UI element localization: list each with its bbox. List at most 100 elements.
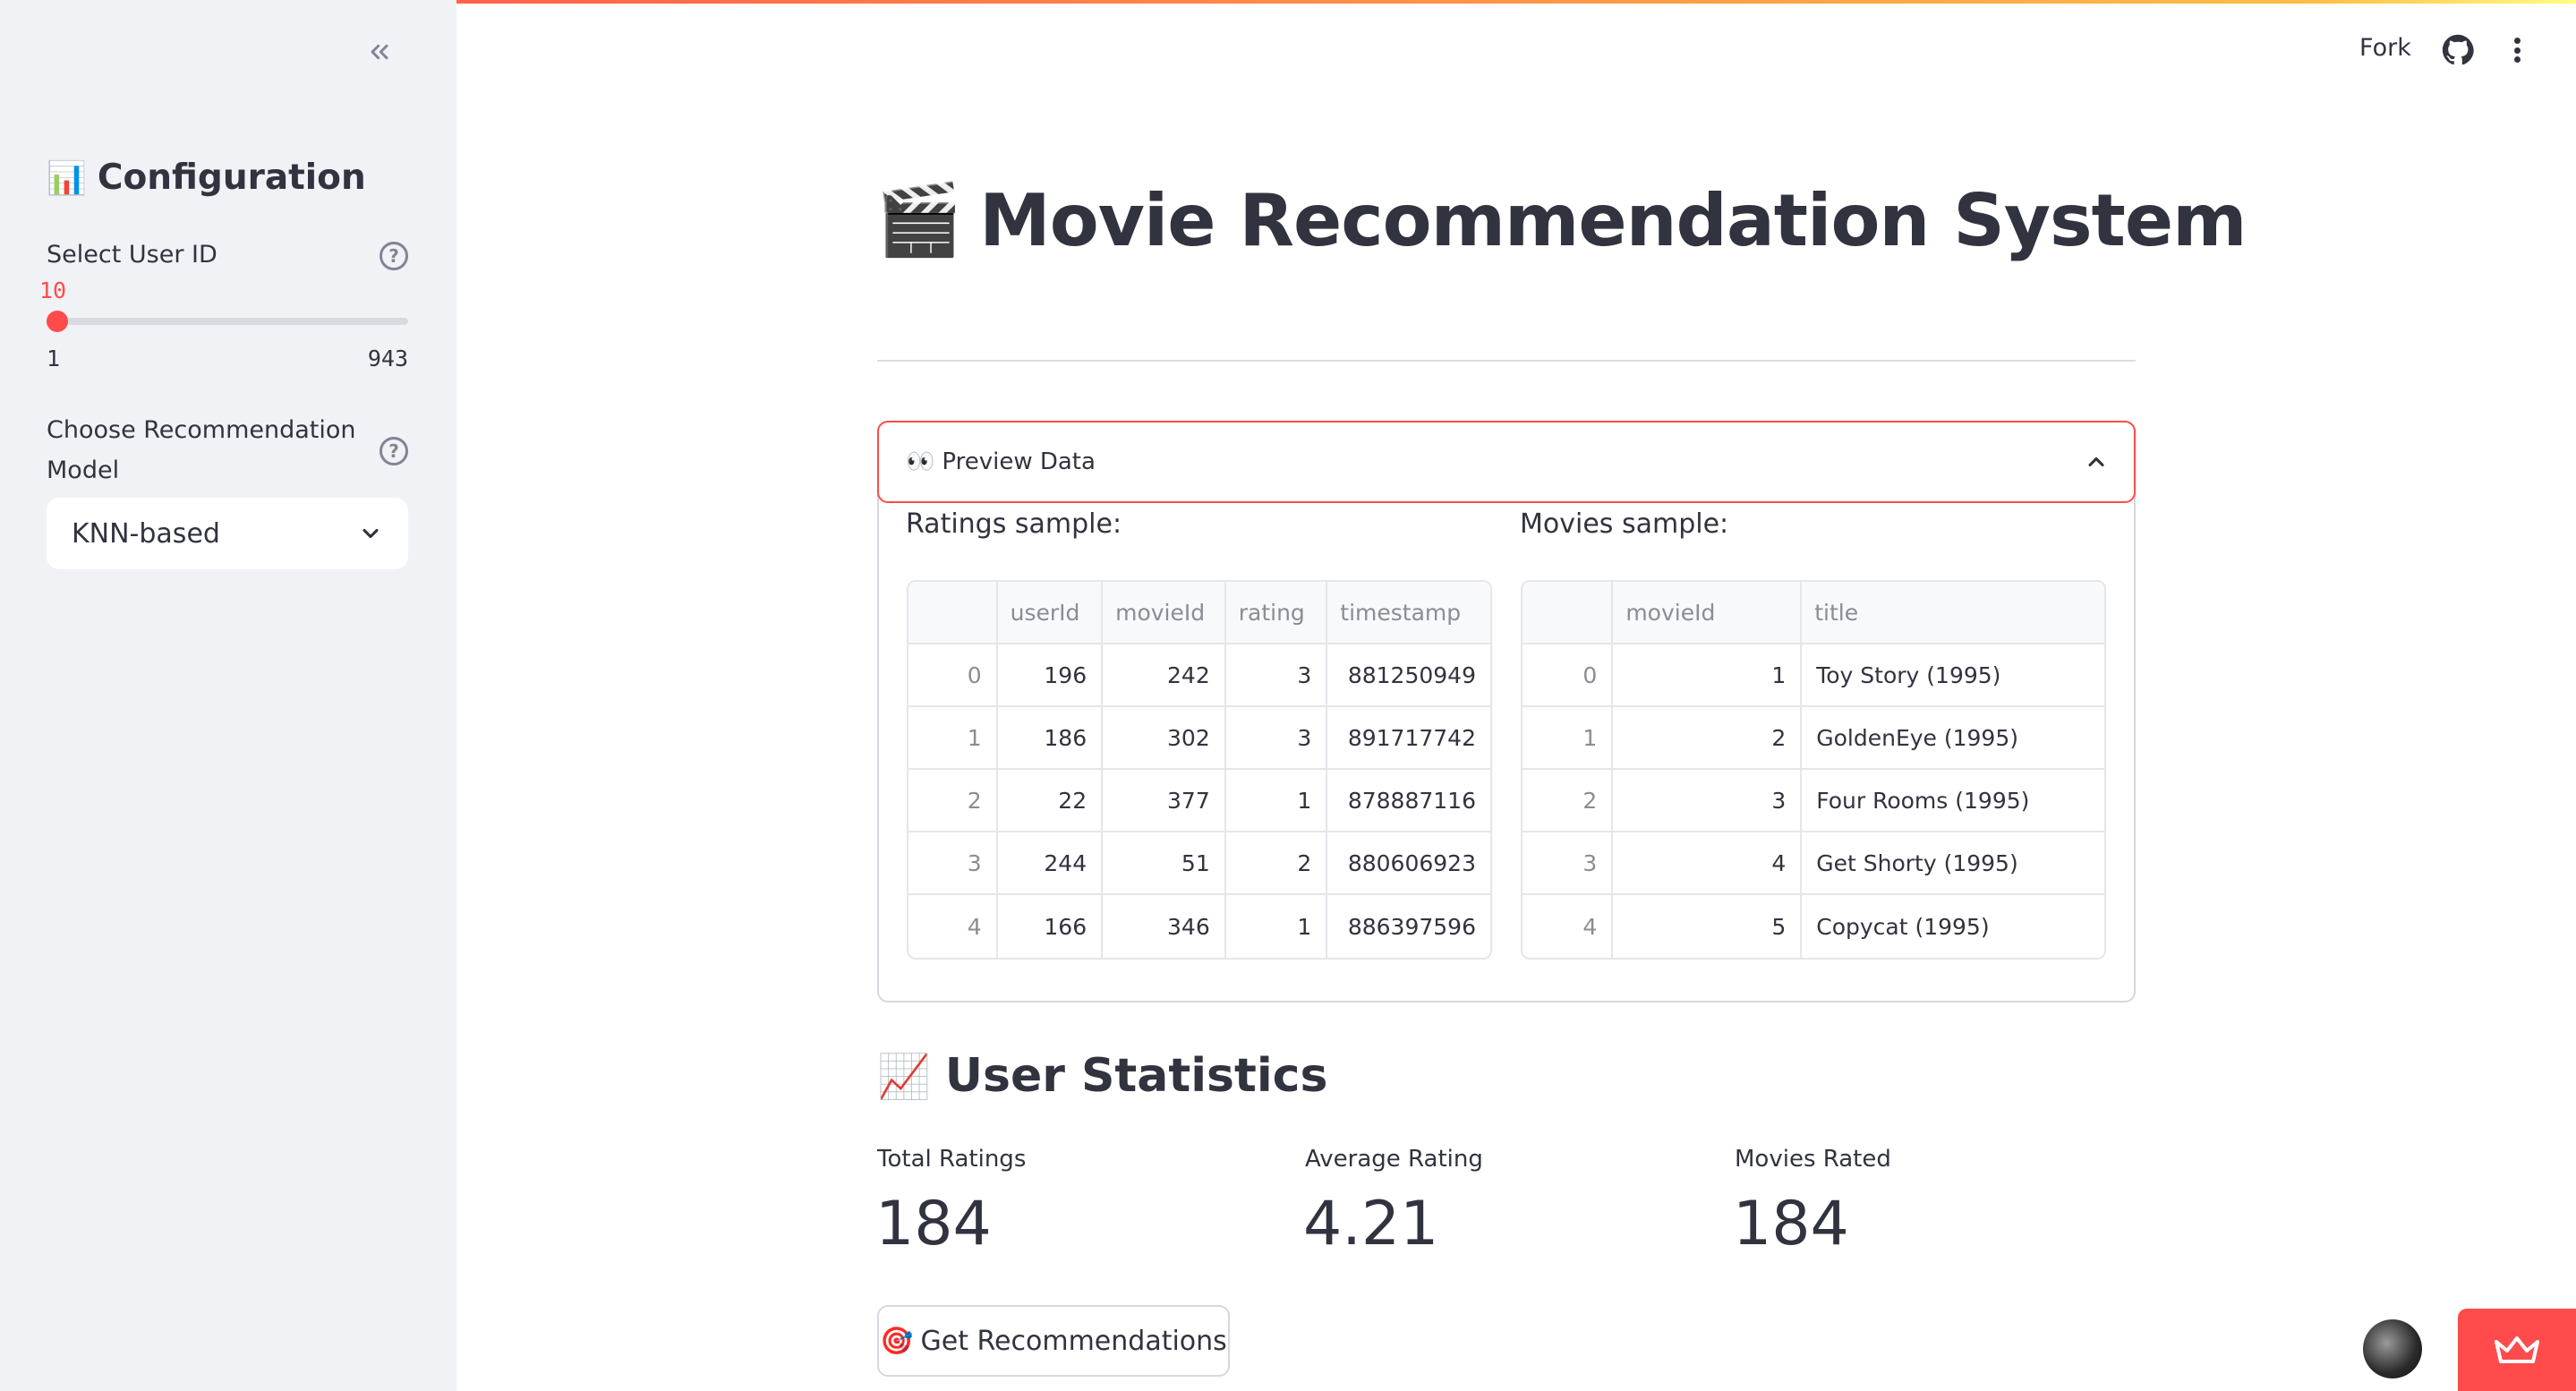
table-cell[interactable]: 1 — [1613, 644, 1803, 707]
chevron-down-icon — [363, 528, 379, 539]
table-cell[interactable]: 4 — [1613, 832, 1803, 895]
page-title-text: Movie Recommendation System — [979, 179, 2247, 262]
table-cell[interactable]: 22 — [997, 770, 1104, 832]
table-cell[interactable]: 1 — [1225, 770, 1328, 832]
help-icon[interactable]: ? — [380, 437, 408, 465]
expander-label: 👀 Preview Data — [906, 448, 1096, 475]
metric-label: Movies Rated — [1735, 1146, 1891, 1173]
page-title: 🎬 Movie Recommendation System — [875, 179, 2247, 262]
row-index: 3 — [1523, 832, 1614, 895]
sidebar-title: 📊 Configuration — [47, 158, 366, 198]
table-row: 4 5 Copycat (1995) — [1523, 895, 2104, 958]
crown-icon — [2495, 1336, 2539, 1363]
table-cell[interactable]: 196 — [997, 644, 1104, 707]
fork-button[interactable]: Fork — [2359, 34, 2411, 62]
ratings-table[interactable]: userId movieId rating timestamp 0 196 242 3 881… — [907, 580, 1492, 960]
table-row: 0 1 Toy Story (1995) — [1523, 644, 2104, 707]
table-cell[interactable]: 166 — [998, 895, 1104, 958]
sidebar: 📊 Configuration Select User ID ? 10 1 94… — [0, 0, 456, 1391]
get-recommendations-label: Get Recommendations — [920, 1325, 1227, 1357]
divider — [877, 360, 2136, 362]
table-cell[interactable]: 3 — [1225, 644, 1328, 707]
table-row: 3 4 Get Shorty (1995) — [1523, 832, 2104, 895]
user-statistics-heading: 📈 User Statistics — [877, 1049, 1327, 1103]
table-cell[interactable]: 891717742 — [1327, 707, 1490, 770]
menu-dot — [2513, 47, 2521, 54]
column-header[interactable]: rating — [1225, 582, 1328, 644]
model-select[interactable]: KNN-based — [47, 498, 408, 569]
get-recommendations-button[interactable]: 🎯 Get Recommendations — [877, 1305, 1230, 1377]
target-icon: 🎯 — [880, 1325, 914, 1357]
menu-dot — [2513, 56, 2521, 63]
table-cell[interactable]: 186 — [997, 707, 1104, 770]
model-select-value: KNN-based — [72, 517, 220, 550]
preview-expander-header[interactable]: 👀 Preview Data — [877, 421, 2136, 503]
model-label-line2: Model — [47, 457, 120, 484]
table-cell[interactable]: Four Rooms (1995) — [1802, 770, 2104, 832]
index-header — [1523, 582, 1614, 644]
sidebar-title-text: Configuration — [97, 158, 366, 198]
table-cell[interactable]: Get Shorty (1995) — [1802, 832, 2104, 895]
table-cell[interactable]: 2 — [1613, 707, 1803, 770]
table-row: 3 244 51 2 880606923 — [908, 832, 1490, 895]
row-index: 0 — [1523, 644, 1614, 707]
user-statistics-title: User Statistics — [944, 1049, 1328, 1103]
table-cell[interactable]: 3 — [1613, 770, 1803, 832]
column-header[interactable]: movieId — [1103, 582, 1226, 644]
index-header — [908, 582, 998, 644]
metric-value: 4.21 — [1303, 1189, 1439, 1259]
app-root: 📊 Configuration Select User ID ? 10 1 94… — [0, 0, 2576, 1391]
metric-label: Total Ratings — [877, 1146, 1027, 1173]
table-cell[interactable]: 5 — [1613, 895, 1803, 958]
row-index: 0 — [908, 644, 998, 707]
table-cell[interactable]: 1 — [1226, 895, 1328, 958]
movies-sample-label: Movies sample: — [1520, 508, 1729, 540]
column-header[interactable]: timestamp — [1327, 582, 1490, 644]
table-cell[interactable]: 3 — [1225, 707, 1328, 770]
clapperboard-icon: 🎬 — [875, 180, 962, 260]
metric-value: 184 — [1733, 1189, 1849, 1259]
row-index: 1 — [1523, 707, 1614, 770]
collapse-sidebar-button[interactable] — [356, 30, 403, 73]
table-cell[interactable]: 377 — [1103, 770, 1226, 832]
help-icon[interactable]: ? — [380, 242, 408, 270]
column-header[interactable]: movieId — [1613, 582, 1803, 644]
table-cell[interactable]: 51 — [1103, 832, 1226, 895]
more-vertical-icon[interactable] — [2506, 34, 2528, 66]
slider-min-label: 1 — [47, 346, 61, 371]
table-cell[interactable]: 886397596 — [1327, 895, 1490, 958]
avatar[interactable] — [2363, 1319, 2422, 1378]
slider-max-label: 943 — [367, 346, 408, 371]
table-cell[interactable]: 302 — [1103, 707, 1226, 770]
menu-dot — [2513, 38, 2521, 44]
row-index: 4 — [1523, 895, 1614, 958]
github-icon[interactable] — [2442, 34, 2474, 66]
chevron-up-icon — [2088, 457, 2104, 467]
column-header[interactable]: userId — [997, 582, 1104, 644]
bar-chart-icon: 📊 — [47, 159, 87, 197]
model-label-line1: Choose Recommendation — [47, 416, 356, 444]
table-cell[interactable]: 881250949 — [1327, 644, 1490, 707]
table-cell[interactable]: 878887116 — [1327, 770, 1490, 832]
user-id-label: Select User ID — [47, 241, 218, 269]
slider-track[interactable] — [50, 318, 408, 325]
table-cell[interactable]: 2 — [1225, 832, 1328, 895]
column-header[interactable]: title — [1802, 582, 2104, 644]
table-cell[interactable]: Toy Story (1995) — [1802, 644, 2104, 707]
table-cell[interactable]: GoldenEye (1995) — [1802, 707, 2104, 770]
ratings-sample-label: Ratings sample: — [906, 508, 1122, 540]
table-cell[interactable]: 346 — [1103, 895, 1226, 958]
movies-table[interactable]: movieId title 0 1 Toy Story (1995) 1 2 GoldenE… — [1521, 580, 2106, 960]
streamlit-badge[interactable] — [2458, 1309, 2576, 1391]
metric-label: Average Rating — [1305, 1146, 1483, 1173]
table-cell[interactable]: Copycat (1995) — [1802, 895, 2104, 958]
row-index: 4 — [908, 895, 998, 958]
row-index: 1 — [908, 707, 998, 770]
table-row: 4 166 346 1 886397596 — [908, 895, 1490, 958]
table-cell[interactable]: 242 — [1103, 644, 1226, 707]
table-cell[interactable]: 244 — [997, 832, 1104, 895]
slider-thumb[interactable] — [46, 311, 68, 332]
table-row: 0 196 242 3 881250949 — [908, 644, 1490, 707]
row-index: 2 — [1523, 770, 1614, 832]
table-cell[interactable]: 880606923 — [1327, 832, 1490, 895]
